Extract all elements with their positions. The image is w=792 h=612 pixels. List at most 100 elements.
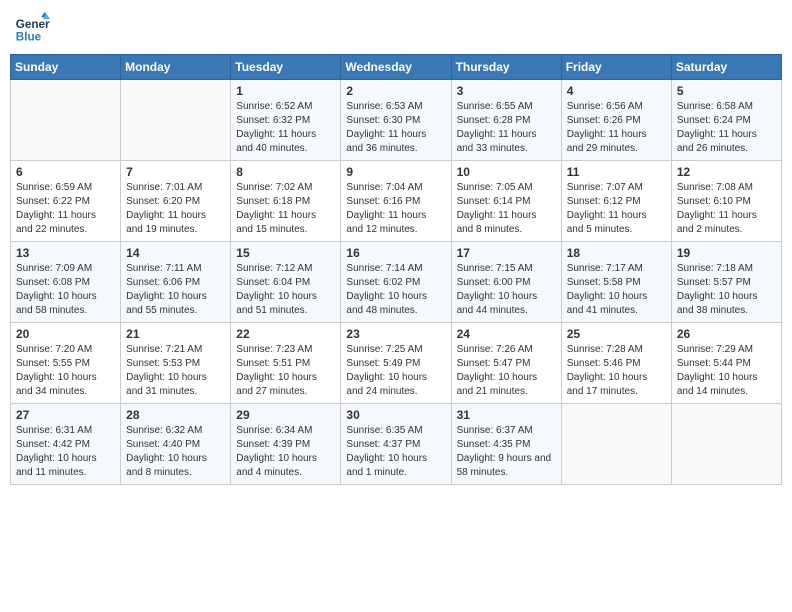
day-number: 22 bbox=[236, 327, 335, 341]
calendar-cell bbox=[561, 404, 671, 485]
day-number: 18 bbox=[567, 246, 666, 260]
day-info: Sunrise: 7:09 AMSunset: 6:08 PMDaylight:… bbox=[16, 262, 115, 318]
day-info: Sunrise: 7:25 AMSunset: 5:49 PMDaylight:… bbox=[346, 343, 445, 399]
week-row-5: 27Sunrise: 6:31 AMSunset: 4:42 PMDayligh… bbox=[11, 404, 782, 485]
weekday-header-tuesday: Tuesday bbox=[231, 55, 341, 80]
week-row-2: 6 Sunrise: 6:59 AMSunset: 6:22 PMDaylight… bbox=[11, 161, 782, 242]
weekday-header-saturday: Saturday bbox=[671, 55, 781, 80]
day-info: Sunrise: 7:29 AMSunset: 5:44 PMDaylight:… bbox=[677, 343, 776, 399]
weekday-header-row: SundayMondayTuesdayWednesdayThursdayFrid… bbox=[11, 55, 782, 80]
weekday-header-wednesday: Wednesday bbox=[341, 55, 451, 80]
calendar-cell: 27Sunrise: 6:31 AMSunset: 4:42 PMDayligh… bbox=[11, 404, 121, 485]
calendar-cell: 31 Sunrise: 6:37 AMSunset: 4:35 PMDayligh… bbox=[451, 404, 561, 485]
calendar-cell: 20Sunrise: 7:20 AMSunset: 5:55 PMDayligh… bbox=[11, 323, 121, 404]
calendar-cell: 9 Sunrise: 7:04 AMSunset: 6:16 PMDaylight… bbox=[341, 161, 451, 242]
day-number: 5 bbox=[677, 84, 776, 98]
day-number: 6 bbox=[16, 165, 115, 179]
logo: General Blue bbox=[14, 10, 54, 46]
day-number: 24 bbox=[457, 327, 556, 341]
day-number: 2 bbox=[346, 84, 445, 98]
weekday-header-thursday: Thursday bbox=[451, 55, 561, 80]
page-header: General Blue bbox=[10, 10, 782, 46]
calendar-cell: 8 Sunrise: 7:02 AMSunset: 6:18 PMDaylight… bbox=[231, 161, 341, 242]
day-number: 26 bbox=[677, 327, 776, 341]
calendar-cell: 16 Sunrise: 7:14 AMSunset: 6:02 PMDayligh… bbox=[341, 242, 451, 323]
day-info: Sunrise: 7:05 AMSunset: 6:14 PMDaylight:… bbox=[457, 181, 556, 237]
day-number: 13 bbox=[16, 246, 115, 260]
day-info: Sunrise: 6:35 AMSunset: 4:37 PMDaylight:… bbox=[346, 424, 445, 480]
calendar-cell: 14 Sunrise: 7:11 AMSunset: 6:06 PMDayligh… bbox=[121, 242, 231, 323]
day-info: Sunrise: 7:17 AMSunset: 5:58 PMDaylight:… bbox=[567, 262, 666, 318]
day-number: 19 bbox=[677, 246, 776, 260]
calendar-cell: 18 Sunrise: 7:17 AMSunset: 5:58 PMDayligh… bbox=[561, 242, 671, 323]
calendar-cell: 28Sunrise: 6:32 AMSunset: 4:40 PMDayligh… bbox=[121, 404, 231, 485]
day-info: Sunrise: 7:21 AMSunset: 5:53 PMDaylight:… bbox=[126, 343, 225, 399]
day-info: Sunrise: 6:31 AMSunset: 4:42 PMDaylight:… bbox=[16, 424, 115, 480]
calendar-cell bbox=[11, 80, 121, 161]
calendar-cell: 13 Sunrise: 7:09 AMSunset: 6:08 PMDayligh… bbox=[11, 242, 121, 323]
day-number: 31 bbox=[457, 408, 556, 422]
day-info: Sunrise: 6:53 AMSunset: 6:30 PMDaylight:… bbox=[346, 100, 445, 156]
calendar-cell: 23 Sunrise: 7:25 AMSunset: 5:49 PMDayligh… bbox=[341, 323, 451, 404]
calendar-cell: 1Sunrise: 6:52 AMSunset: 6:32 PMDaylight… bbox=[231, 80, 341, 161]
day-number: 12 bbox=[677, 165, 776, 179]
day-number: 4 bbox=[567, 84, 666, 98]
calendar-cell: 26 Sunrise: 7:29 AMSunset: 5:44 PMDayligh… bbox=[671, 323, 781, 404]
day-number: 21 bbox=[126, 327, 225, 341]
day-info: Sunrise: 6:32 AMSunset: 4:40 PMDaylight:… bbox=[126, 424, 225, 480]
day-info: Sunrise: 7:23 AMSunset: 5:51 PMDaylight:… bbox=[236, 343, 335, 399]
week-row-3: 13 Sunrise: 7:09 AMSunset: 6:08 PMDayligh… bbox=[11, 242, 782, 323]
day-number: 11 bbox=[567, 165, 666, 179]
day-number: 8 bbox=[236, 165, 335, 179]
day-info: Sunrise: 7:28 AMSunset: 5:46 PMDaylight:… bbox=[567, 343, 666, 399]
calendar-cell: 5 Sunrise: 6:58 AMSunset: 6:24 PMDaylight… bbox=[671, 80, 781, 161]
day-info: Sunrise: 6:59 AMSunset: 6:22 PMDaylight:… bbox=[16, 181, 115, 237]
calendar-cell: 11 Sunrise: 7:07 AMSunset: 6:12 PMDayligh… bbox=[561, 161, 671, 242]
calendar-cell: 21 Sunrise: 7:21 AMSunset: 5:53 PMDayligh… bbox=[121, 323, 231, 404]
day-info: Sunrise: 7:04 AMSunset: 6:16 PMDaylight:… bbox=[346, 181, 445, 237]
day-info: Sunrise: 6:37 AMSunset: 4:35 PMDaylight:… bbox=[457, 424, 556, 480]
day-info: Sunrise: 6:55 AMSunset: 6:28 PMDaylight:… bbox=[457, 100, 556, 156]
calendar-cell bbox=[671, 404, 781, 485]
svg-text:General: General bbox=[16, 18, 50, 31]
day-info: Sunrise: 7:14 AMSunset: 6:02 PMDaylight:… bbox=[346, 262, 445, 318]
weekday-header-sunday: Sunday bbox=[11, 55, 121, 80]
calendar-cell: 30 Sunrise: 6:35 AMSunset: 4:37 PMDayligh… bbox=[341, 404, 451, 485]
logo-icon: General Blue bbox=[14, 10, 50, 46]
svg-text:Blue: Blue bbox=[16, 31, 42, 44]
day-info: Sunrise: 7:02 AMSunset: 6:18 PMDaylight:… bbox=[236, 181, 335, 237]
calendar-cell: 2 Sunrise: 6:53 AMSunset: 6:30 PMDaylight… bbox=[341, 80, 451, 161]
calendar-cell: 19Sunrise: 7:18 AMSunset: 5:57 PMDayligh… bbox=[671, 242, 781, 323]
day-number: 3 bbox=[457, 84, 556, 98]
calendar-cell: 12 Sunrise: 7:08 AMSunset: 6:10 PMDayligh… bbox=[671, 161, 781, 242]
calendar-cell: 29 Sunrise: 6:34 AMSunset: 4:39 PMDayligh… bbox=[231, 404, 341, 485]
day-info: Sunrise: 6:52 AMSunset: 6:32 PMDaylight:… bbox=[236, 100, 335, 156]
day-number: 14 bbox=[126, 246, 225, 260]
calendar-cell: 4 Sunrise: 6:56 AMSunset: 6:26 PMDaylight… bbox=[561, 80, 671, 161]
calendar-cell: 15Sunrise: 7:12 AMSunset: 6:04 PMDayligh… bbox=[231, 242, 341, 323]
day-info: Sunrise: 6:58 AMSunset: 6:24 PMDaylight:… bbox=[677, 100, 776, 156]
calendar-cell: 7 Sunrise: 7:01 AMSunset: 6:20 PMDaylight… bbox=[121, 161, 231, 242]
calendar-cell: 24Sunrise: 7:26 AMSunset: 5:47 PMDayligh… bbox=[451, 323, 561, 404]
day-info: Sunrise: 6:56 AMSunset: 6:26 PMDaylight:… bbox=[567, 100, 666, 156]
day-info: Sunrise: 7:11 AMSunset: 6:06 PMDaylight:… bbox=[126, 262, 225, 318]
day-info: Sunrise: 6:34 AMSunset: 4:39 PMDaylight:… bbox=[236, 424, 335, 480]
day-info: Sunrise: 7:07 AMSunset: 6:12 PMDaylight:… bbox=[567, 181, 666, 237]
day-number: 9 bbox=[346, 165, 445, 179]
day-info: Sunrise: 7:01 AMSunset: 6:20 PMDaylight:… bbox=[126, 181, 225, 237]
day-info: Sunrise: 7:15 AMSunset: 6:00 PMDaylight:… bbox=[457, 262, 556, 318]
day-number: 23 bbox=[346, 327, 445, 341]
calendar-cell: 10Sunrise: 7:05 AMSunset: 6:14 PMDayligh… bbox=[451, 161, 561, 242]
day-number: 25 bbox=[567, 327, 666, 341]
day-number: 7 bbox=[126, 165, 225, 179]
calendar-cell: 25 Sunrise: 7:28 AMSunset: 5:46 PMDayligh… bbox=[561, 323, 671, 404]
day-number: 16 bbox=[346, 246, 445, 260]
weekday-header-monday: Monday bbox=[121, 55, 231, 80]
calendar-cell: 17 Sunrise: 7:15 AMSunset: 6:00 PMDayligh… bbox=[451, 242, 561, 323]
day-number: 20 bbox=[16, 327, 115, 341]
day-number: 29 bbox=[236, 408, 335, 422]
calendar-cell: 6 Sunrise: 6:59 AMSunset: 6:22 PMDaylight… bbox=[11, 161, 121, 242]
day-number: 30 bbox=[346, 408, 445, 422]
day-info: Sunrise: 7:08 AMSunset: 6:10 PMDaylight:… bbox=[677, 181, 776, 237]
day-number: 17 bbox=[457, 246, 556, 260]
